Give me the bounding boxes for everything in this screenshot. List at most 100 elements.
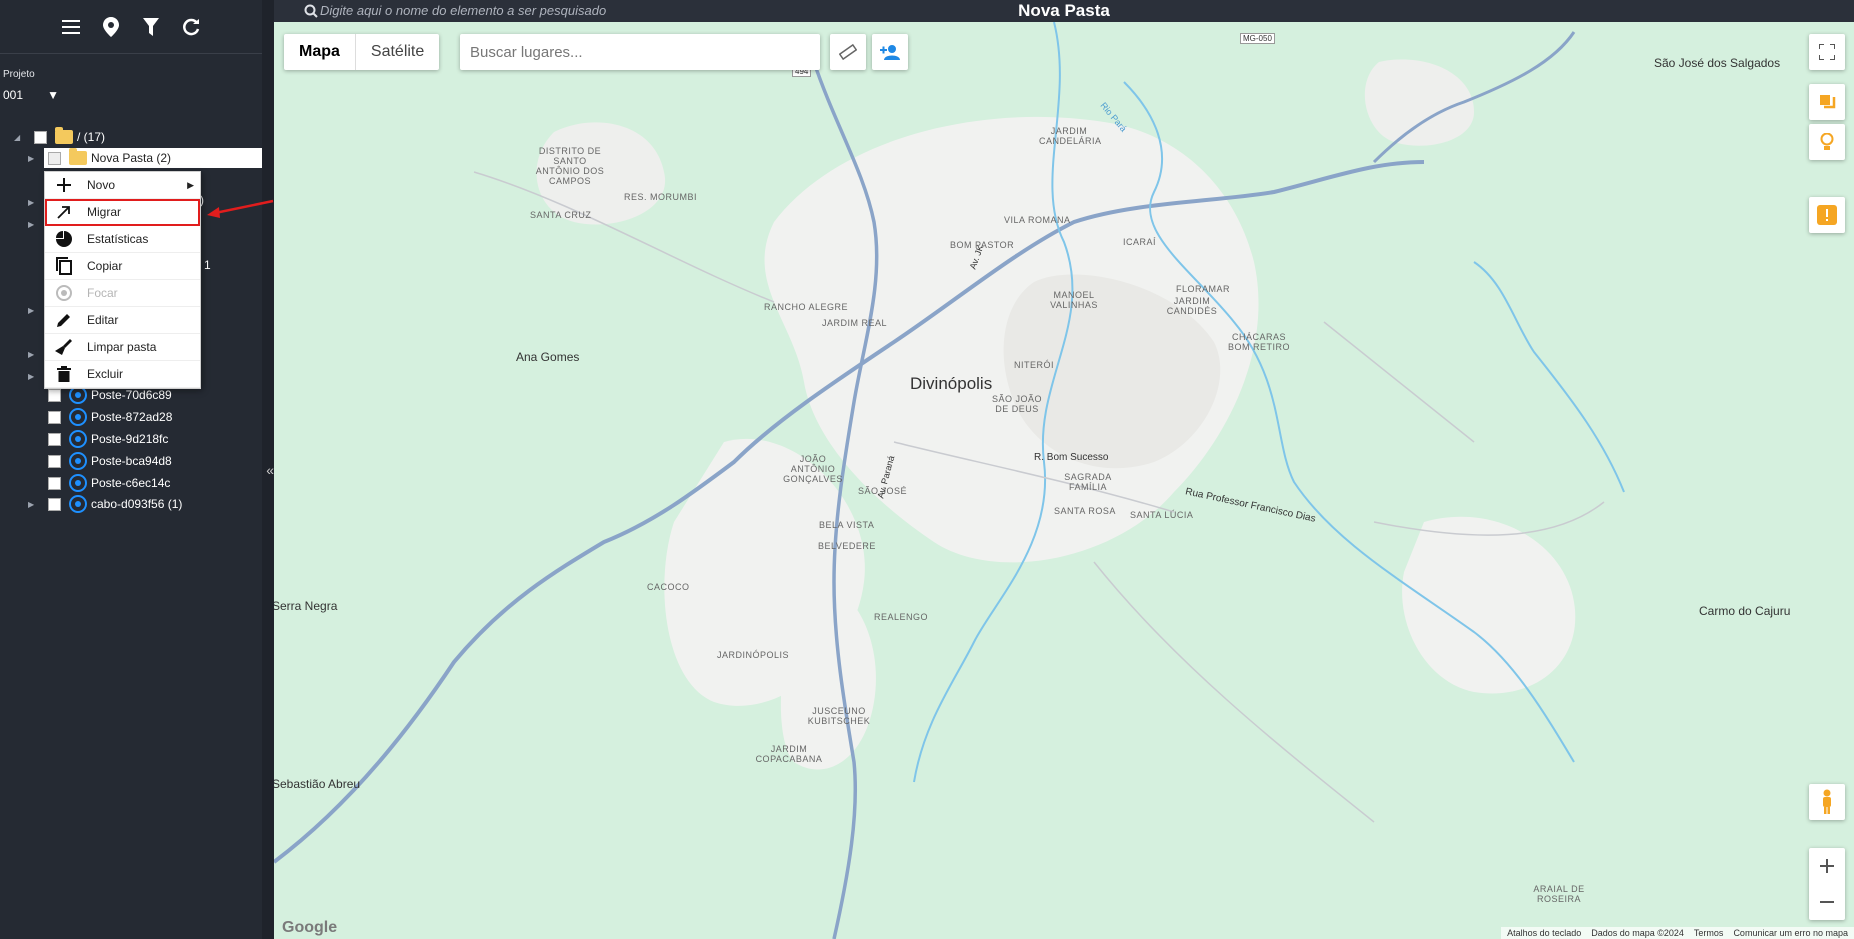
map-data-text: Dados do mapa ©2024 [1591, 928, 1684, 938]
lightbulb-icon [1820, 133, 1834, 150]
layers-button[interactable] [1809, 84, 1845, 120]
map-type-satelite-button[interactable]: Satélite [356, 34, 439, 70]
map-label-place: Jardim Candidés [1166, 296, 1218, 316]
chevron-right-icon: ▶ [187, 179, 194, 190]
menu-item-estatisticas[interactable]: Estatísticas [45, 226, 200, 253]
fullscreen-icon [1819, 44, 1835, 60]
map-type-control: Mapa Satélite [284, 34, 440, 70]
checkbox[interactable] [48, 151, 61, 165]
pole-icon [69, 452, 87, 470]
pegman-icon [1823, 789, 1831, 814]
list-item[interactable]: Poste-9d218fc [48, 429, 168, 449]
menu-item-novo[interactable]: Novo ▶ [45, 172, 200, 199]
map-label-place: João Antônio Gonçalves [783, 454, 843, 484]
menu-item-label: Estatísticas [87, 232, 149, 246]
tree-root[interactable]: ◢ / (17) [14, 127, 105, 147]
cable-icon [69, 495, 87, 513]
migrate-arrow-icon [49, 205, 79, 219]
map-label-place: Chácaras Bom Retiro [1227, 332, 1290, 352]
map-label-place: Icaraí [1123, 237, 1157, 247]
map-label-place: Distrito de Santo Antônio dos Campos [535, 146, 605, 186]
plus-icon [1820, 859, 1834, 873]
street-view-button[interactable] [1809, 784, 1845, 820]
pencil-icon [49, 312, 79, 328]
map-label-place: Bela Vista [819, 520, 875, 530]
add-user-button[interactable] [872, 34, 908, 70]
caret-right-icon[interactable]: ▶ [28, 220, 38, 229]
list-item[interactable]: Poste-bca94d8 [48, 451, 172, 471]
list-item-label: cabo-d093f56 (1) [91, 497, 183, 511]
menu-item-migrar[interactable]: Migrar [45, 199, 200, 226]
caret-down-icon[interactable]: ◢ [14, 133, 24, 142]
filter-icon[interactable] [140, 16, 162, 38]
location-pin-icon[interactable] [100, 16, 122, 38]
menu-item-label: Novo [87, 178, 116, 192]
menu-item-limpar-pasta[interactable]: Limpar pasta [45, 334, 200, 361]
map-label-place: Jusceuno Kubitschek [807, 706, 871, 726]
caret-right-icon[interactable]: ▶ [28, 372, 38, 381]
ruler-button[interactable] [830, 34, 866, 70]
list-item[interactable]: Poste-c6ec14c [48, 473, 170, 493]
lightbulb-button[interactable] [1809, 124, 1845, 160]
fullscreen-button[interactable] [1809, 34, 1845, 70]
sidebar-toolbar [0, 0, 262, 54]
tree-item-selected[interactable]: Nova Pasta (2) [44, 148, 262, 168]
map-type-mapa-button[interactable]: Mapa [284, 34, 355, 70]
list-item-label: Poste-c6ec14c [91, 476, 171, 490]
selected-row-content: Nova Pasta (2) [48, 148, 171, 168]
menu-item-label: Limpar pasta [87, 340, 157, 354]
map-label-place: Cacoco [647, 582, 690, 592]
map-label-place: Niterói [1014, 360, 1055, 370]
checkbox[interactable] [34, 130, 47, 144]
places-search-input[interactable]: Buscar lugares... [460, 34, 820, 70]
map-label-town: Serra Negra [274, 599, 338, 613]
map-label-place: Jardim Candelária [1039, 126, 1102, 146]
caret-right-icon[interactable]: ▶ [28, 306, 38, 315]
caret-right-icon[interactable]: ▶ [28, 198, 38, 207]
list-item-label: Poste-872ad28 [91, 410, 173, 424]
list-item-label: Poste-9d218fc [91, 432, 169, 446]
zoom-in-button[interactable] [1809, 848, 1845, 884]
refresh-icon[interactable] [180, 16, 202, 38]
checkbox[interactable] [48, 497, 61, 511]
menu-item-excluir[interactable]: Excluir [45, 361, 200, 388]
zoom-out-button[interactable] [1809, 884, 1845, 920]
menu-item-focar: Focar [45, 280, 200, 307]
warning-button[interactable] [1809, 197, 1845, 233]
terms-link[interactable]: Termos [1694, 928, 1724, 938]
list-item[interactable]: Poste-872ad28 [48, 407, 172, 427]
project-label: Projeto [3, 69, 35, 80]
checkbox[interactable] [48, 388, 61, 402]
trash-icon [49, 366, 79, 382]
map-label-place: Araial de Roseira [1533, 884, 1585, 904]
broom-icon [49, 339, 79, 355]
map-canvas[interactable]: Divinópolis Ana Gomes Carmo do Cajuru Sã… [274, 22, 1854, 939]
keyboard-shortcuts-link[interactable]: Atalhos do teclado [1507, 928, 1581, 938]
checkbox[interactable] [48, 454, 61, 468]
caret-right-icon[interactable]: ▶ [28, 500, 38, 509]
menu-item-editar[interactable]: Editar [45, 307, 200, 334]
collapse-sidebar-icon[interactable]: « [266, 462, 274, 478]
caret-right-icon[interactable]: ▶ [28, 154, 38, 163]
checkbox[interactable] [48, 476, 61, 490]
project-value: 001 [3, 88, 24, 102]
map-label-town: Carmo do Cajuru [1699, 604, 1791, 618]
pole-icon [69, 430, 87, 448]
sidebar: Projeto 001 ▼ ◢ / (17) ▶ Nova Pasta (2) … [0, 0, 274, 939]
caret-right-icon[interactable]: ▶ [28, 350, 38, 359]
report-error-link[interactable]: Comunicar um erro no mapa [1733, 928, 1848, 938]
menu-item-copiar[interactable]: Copiar [45, 253, 200, 280]
checkbox[interactable] [48, 410, 61, 424]
topbar: Digite aqui o nome do elemento a ser pes… [274, 0, 1854, 22]
map-label-place: Jardim Real [822, 318, 888, 328]
list-item[interactable]: ▶ cabo-d093f56 (1) [28, 494, 182, 514]
map-label-place: Santa Rosa [1054, 506, 1116, 516]
project-select[interactable]: 001 ▼ [3, 88, 59, 102]
page-title: Nova Pasta [1018, 1, 1110, 20]
menu-icon[interactable] [60, 16, 82, 38]
road-badge: MG-050 [1240, 33, 1275, 44]
checkbox[interactable] [48, 432, 61, 446]
ruler-icon [839, 43, 857, 61]
map-label-place: Santa Lúcia [1130, 510, 1194, 520]
map-footer: Atalhos do teclado Dados do mapa ©2024 T… [1501, 927, 1854, 939]
